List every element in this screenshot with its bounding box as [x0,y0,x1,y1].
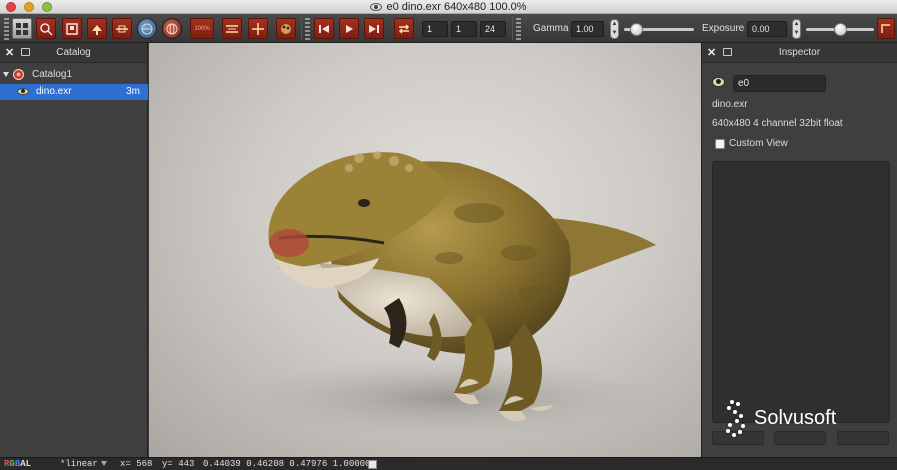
loop-button[interactable] [394,18,414,39]
watermark-text: Solvusoft [754,406,837,429]
catalog-group-row[interactable]: Catalog1 [0,67,148,83]
frame-icon [66,22,78,35]
toolbar-grip[interactable] [516,18,521,40]
lut-selector[interactable]: *linear [60,459,98,469]
status-bar: RGBAL *linear x= 568 y= 443 0.44039 0.46… [0,457,897,470]
app-window: e0 dino.exr 640x480 100.0% 100% 1 1 24 G… [0,0,897,470]
image-viewer[interactable] [149,43,701,457]
catalog-item-size: 3m [126,86,140,97]
catalog-icon [13,69,24,80]
corner-icon [881,23,890,33]
disclosure-arrow-icon[interactable] [3,72,9,77]
gamma-label: Gamma [533,23,569,34]
gamma-field[interactable]: 1.00 [571,21,604,37]
crosshair-icon [252,22,264,35]
globe-icon [141,23,153,34]
chevron-down-icon[interactable] [101,461,107,466]
channel-l[interactable]: L [26,459,31,469]
eye-icon[interactable] [712,77,725,87]
toolbar-grip[interactable] [305,18,310,40]
exposure-stepper[interactable]: ▲ ▼ [792,19,801,39]
frame-button[interactable] [62,18,82,39]
frame-end-field[interactable]: 24 [480,21,506,37]
rails-icon [226,24,238,33]
skip-forward-icon [369,24,379,33]
frame-start-field[interactable]: 1 [422,21,448,37]
inspector-filename: dino.exr [712,99,748,110]
last-frame-button[interactable] [364,18,384,39]
play-icon [346,24,353,33]
loupe-button[interactable] [36,18,56,39]
palette-icon [281,23,291,34]
pixel-color-swatch [368,460,377,469]
exposure-label: Exposure [702,23,745,34]
reset-exposure-button[interactable] [877,18,895,39]
color-picker-button[interactable] [276,18,296,39]
zoom-100-button[interactable]: 100% [190,18,214,39]
fit-button[interactable] [222,18,242,39]
custom-view-checkbox[interactable] [715,139,725,149]
catalog-item-row[interactable]: dino.exr 3m [0,84,148,100]
toolbar: 100% 1 1 24 Gamma 1.00 ▲ ▼ Exposure 0.00… [0,14,897,43]
catalog-header: ✕ Catalog [0,43,147,63]
gamma-stepper[interactable]: ▲ ▼ [610,19,619,39]
exposure-field[interactable]: 0.00 [747,21,787,37]
toolbar-grip[interactable] [4,18,9,40]
skip-back-icon [319,24,329,33]
custom-view-area [712,161,890,423]
catalog-item-label: dino.exr [36,86,72,97]
catalog-group-label: Catalog1 [32,69,73,80]
compare-button[interactable] [112,18,132,39]
loop-icon [398,23,410,34]
grid-icon [16,22,28,35]
custom-view-label: Custom View [729,138,788,149]
eye-icon[interactable] [17,88,29,95]
cursor-y: y= 443 [162,459,195,469]
window-title: e0 dino.exr 640x480 100.0% [386,1,527,13]
lamp-icon [92,24,102,35]
title-bar: e0 dino.exr 640x480 100.0% [0,0,897,14]
gamma-slider-handle[interactable] [629,23,643,36]
inspector-format: 640x480 4 channel 32bit float [712,118,843,129]
image-name-field[interactable]: e0 [733,75,826,92]
solvusoft-logo-icon [726,400,745,437]
catalog-title: Catalog [56,47,91,58]
split-icon [116,25,128,32]
toolbar-separator [512,17,513,40]
frame-current-field[interactable]: 1 [451,21,477,37]
catalog-panel: ✕ Catalog Catalog1 dino.exr 3m [0,43,148,457]
channel-selector[interactable]: RGBAL [4,459,31,469]
inspector-header: ✕ Inspector [702,43,897,63]
world-button[interactable] [162,18,182,39]
pixel-value: 0.44039 0.46208 0.47976 1.00000 [203,459,371,469]
world-icon [166,23,178,34]
watermark: Solvusoft [724,398,836,438]
first-frame-button[interactable] [314,18,334,39]
dinosaur-image [239,151,659,438]
crosshair-button[interactable] [248,18,268,39]
inspector-panel: ✕ Inspector e0 dino.exr 640x480 4 channe… [701,43,897,457]
globe-button[interactable] [137,18,157,39]
eye-icon [370,3,383,11]
inspector-title: Inspector [778,47,821,58]
lamp-button[interactable] [87,18,107,39]
toolbar-separator [301,17,302,40]
toggle-catalog-button[interactable] [12,18,32,39]
inspector-button-3[interactable] [837,431,889,445]
exposure-slider-handle[interactable] [834,23,847,36]
magnifier-icon [40,22,53,36]
cursor-x: x= 568 [120,459,153,469]
play-button[interactable] [339,18,359,39]
